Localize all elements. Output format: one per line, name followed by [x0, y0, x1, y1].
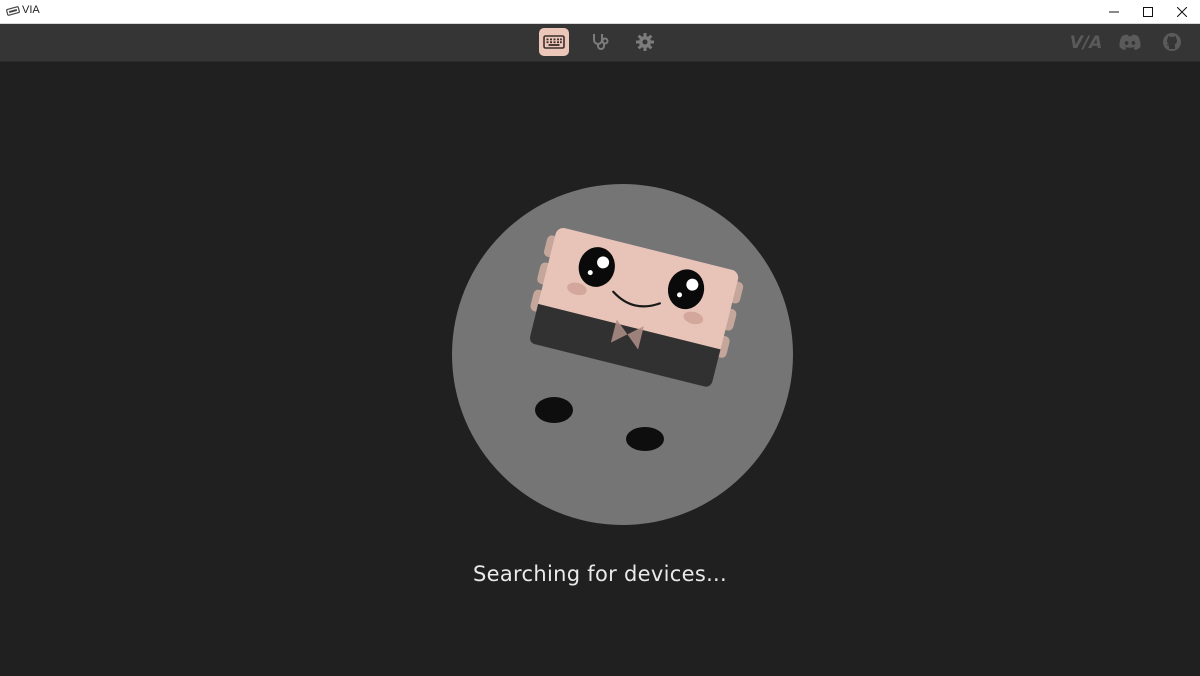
window-title: VIA [22, 4, 40, 16]
app-icon [6, 6, 20, 16]
maximize-button[interactable] [1132, 0, 1164, 23]
discord-link[interactable] [1117, 30, 1143, 54]
via-logo: V/A [1070, 33, 1102, 52]
gear-icon [636, 33, 654, 51]
close-icon [1177, 6, 1187, 17]
github-icon [1163, 33, 1181, 51]
top-toolbar: V/A [0, 24, 1200, 62]
keyboard-mascot [530, 227, 744, 451]
tab-test[interactable] [585, 28, 615, 56]
github-link[interactable] [1160, 30, 1184, 54]
searching-status: Searching for devices... [473, 562, 727, 586]
keyboard-icon [543, 35, 565, 49]
minimize-button[interactable] [1098, 0, 1130, 23]
tab-settings[interactable] [630, 28, 660, 56]
stethoscope-icon [593, 34, 609, 50]
title-bar: VIA [0, 0, 1200, 24]
minimize-icon [1109, 11, 1119, 12]
tab-configure[interactable] [539, 28, 569, 56]
discord-icon [1119, 34, 1141, 50]
close-button[interactable] [1166, 0, 1198, 23]
svg-text:V/A: V/A [1070, 33, 1102, 52]
via-website-link[interactable]: V/A [1068, 30, 1104, 54]
main-content: Searching for devices... [0, 62, 1200, 676]
maximize-icon [1143, 6, 1153, 17]
mascot-circle [452, 184, 793, 525]
